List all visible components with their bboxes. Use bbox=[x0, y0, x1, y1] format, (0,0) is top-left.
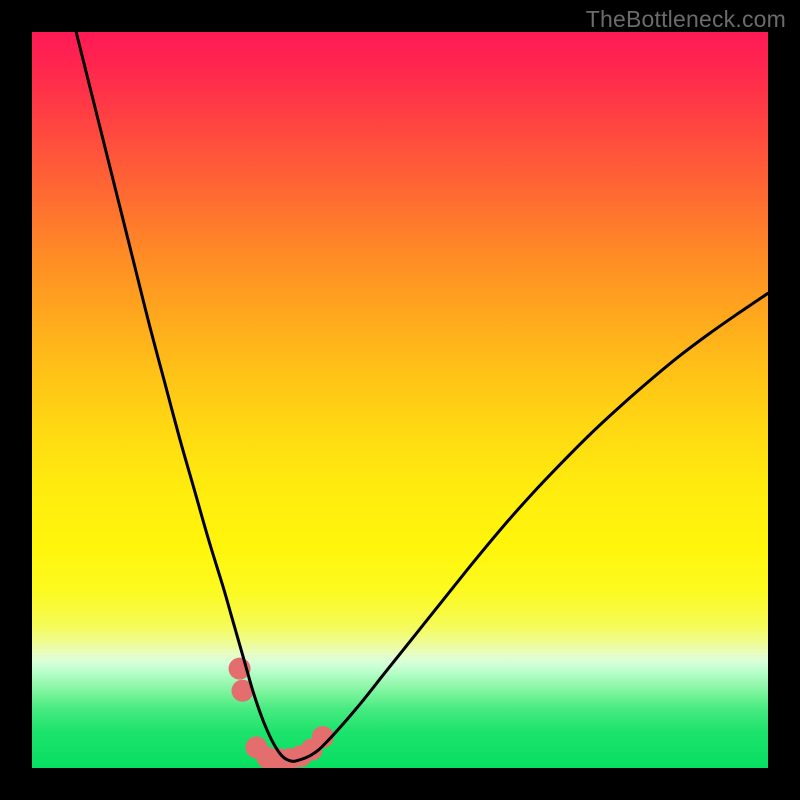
watermark-text: TheBottleneck.com bbox=[586, 6, 786, 33]
plot-area bbox=[32, 32, 768, 768]
chart-frame: TheBottleneck.com bbox=[0, 0, 800, 800]
curve-layer bbox=[32, 32, 768, 768]
bottleneck-curve-path bbox=[76, 32, 768, 761]
